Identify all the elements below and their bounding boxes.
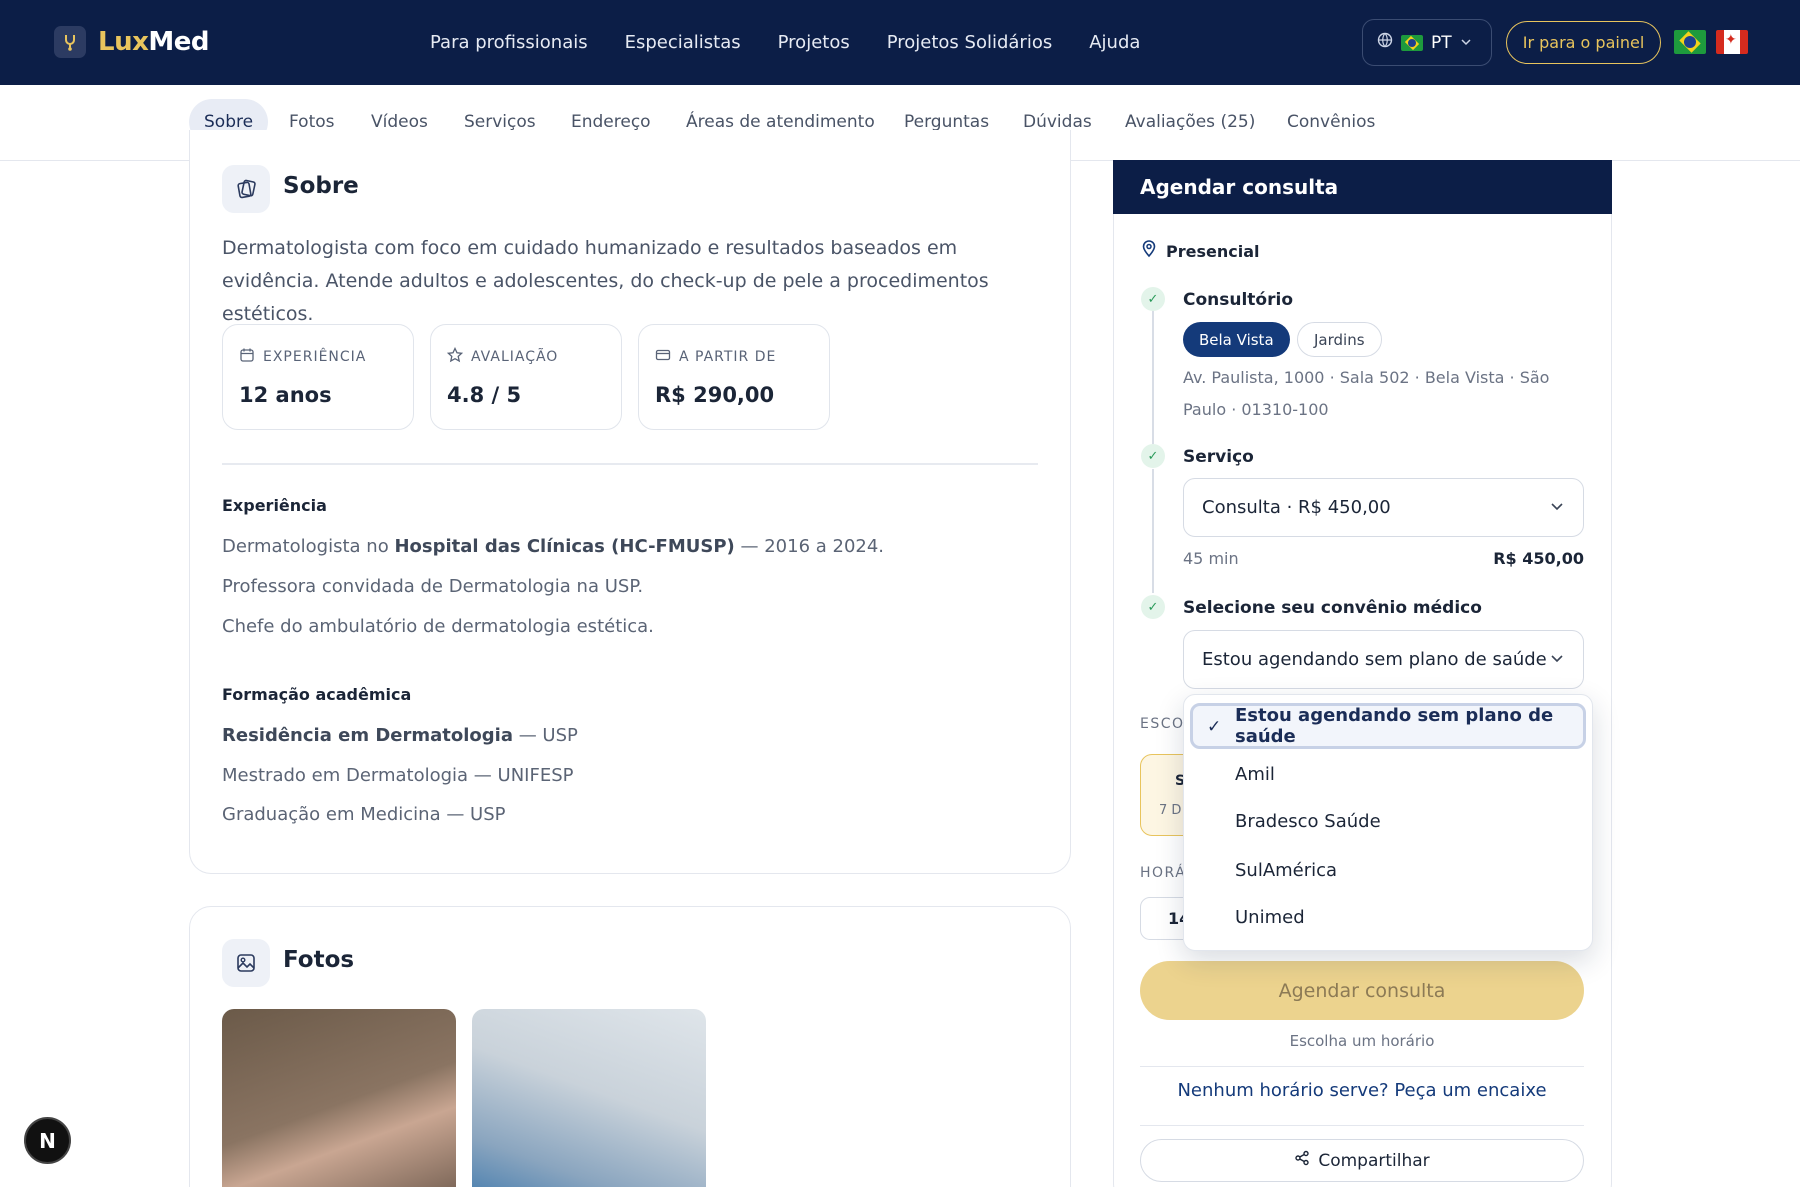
- nav-link-especialistas[interactable]: Especialistas: [625, 32, 741, 53]
- tab-avaliacoes[interactable]: Avaliações (25): [1110, 99, 1270, 145]
- step-connector: [1152, 310, 1154, 444]
- brazil-flag-icon: [1401, 34, 1423, 51]
- step-connector: [1152, 469, 1154, 593]
- insurance-option[interactable]: Unimed: [1190, 894, 1586, 940]
- education-line: Mestrado em Dermatologia — UNIFESP: [222, 765, 574, 786]
- share-icon: [1294, 1150, 1310, 1171]
- office-address: Av. Paulista, 1000 · Sala 502 · Bela Vis…: [1183, 368, 1550, 419]
- cards-icon: [222, 165, 270, 213]
- stat-card-rating: AVALIAÇÃO 4.8 / 5: [430, 324, 622, 430]
- brand-name: LuxMed: [98, 27, 209, 57]
- chevron-down-icon: [1460, 33, 1472, 53]
- education-line: Residência em Dermatologia — USP: [222, 725, 578, 746]
- chevron-down-icon: [1549, 498, 1565, 519]
- experience-heading: Experiência: [222, 496, 327, 515]
- check-icon: ✓: [1141, 444, 1165, 468]
- top-navbar: LuxMed Para profissionais Especialistas …: [0, 0, 1800, 85]
- section-title: Sobre: [283, 173, 359, 199]
- logo[interactable]: LuxMed: [54, 26, 209, 58]
- office-chip-jardins[interactable]: Jardins: [1297, 322, 1382, 357]
- office-chip-bela-vista[interactable]: Bela Vista: [1183, 322, 1290, 357]
- language-code: PT: [1431, 32, 1452, 53]
- divider: [222, 463, 1038, 465]
- nav-link-projetos-solidarios[interactable]: Projetos Solidários: [887, 32, 1053, 53]
- time-section-label: HORÁ: [1140, 865, 1187, 881]
- insurance-step-title: Selecione seu convênio médico: [1183, 598, 1482, 618]
- service-step-title: Serviço: [1183, 447, 1254, 467]
- booking-hint: Escolha um horário: [1289, 1032, 1435, 1050]
- star-icon: [446, 346, 464, 367]
- brazil-flag-icon[interactable]: [1674, 30, 1706, 54]
- stat-card-experience: EXPERIÊNCIA 12 anos: [222, 324, 414, 430]
- chevron-down-icon: [1549, 650, 1565, 671]
- go-to-panel-button[interactable]: Ir para o painel: [1506, 21, 1661, 64]
- stat-card-price: A PARTIR DE R$ 290,00: [638, 324, 830, 430]
- tab-convenios[interactable]: Convênios: [1272, 99, 1390, 145]
- section-title: Fotos: [283, 947, 355, 973]
- service-select[interactable]: Consulta · R$ 450,00: [1183, 478, 1584, 537]
- experience-line: Dermatologista no Hospital das Clínicas …: [222, 536, 885, 557]
- stat-value: 4.8 / 5: [447, 383, 522, 407]
- check-icon: ✓: [1141, 287, 1165, 311]
- calendar-icon: [239, 347, 255, 367]
- service-price: R$ 450,00: [1493, 549, 1584, 568]
- main-nav: Para profissionais Especialistas Projeto…: [430, 0, 1140, 85]
- stat-value: R$ 290,00: [655, 383, 775, 407]
- about-section: Sobre Dermatologista com foco em cuidado…: [189, 130, 1071, 874]
- insurance-dropdown: ✓ Estou agendando sem plano de saúde Ami…: [1183, 694, 1593, 951]
- education-line: Graduação em Medicina — USP: [222, 804, 506, 825]
- about-description: Dermatologista com foco em cuidado human…: [222, 237, 989, 325]
- appointment-mode: Presencial: [1140, 240, 1259, 262]
- experience-line: Chefe do ambulatório de dermatologia est…: [222, 616, 654, 637]
- check-icon: ✓: [1207, 717, 1222, 737]
- divider: [1140, 1125, 1584, 1126]
- canada-flag-icon[interactable]: [1716, 30, 1748, 54]
- date-section-label: ESCO: [1140, 716, 1185, 732]
- stethoscope-icon: [54, 26, 86, 58]
- booking-header: Agendar consulta: [1113, 160, 1612, 214]
- stat-value: 12 anos: [239, 383, 332, 407]
- stat-label: AVALIAÇÃO: [471, 349, 559, 365]
- check-icon: ✓: [1141, 595, 1165, 619]
- education-heading: Formação acadêmica: [222, 685, 412, 704]
- nav-link-profissionais[interactable]: Para profissionais: [430, 32, 588, 53]
- language-select[interactable]: PT: [1362, 19, 1492, 66]
- dev-tools-badge[interactable]: N: [24, 1117, 71, 1164]
- stat-label: EXPERIÊNCIA: [263, 349, 367, 365]
- photos-section: Fotos: [189, 906, 1071, 1187]
- globe-icon: [1377, 32, 1393, 53]
- insurance-option[interactable]: SulAmérica: [1190, 847, 1586, 893]
- clinic-photo[interactable]: [222, 1009, 456, 1187]
- stat-label: A PARTIR DE: [679, 349, 777, 365]
- location-pin-icon: [1140, 240, 1158, 262]
- office-step-title: Consultório: [1183, 290, 1294, 310]
- clinic-photo[interactable]: [472, 1009, 706, 1187]
- divider: [1140, 1066, 1584, 1067]
- image-icon: [222, 939, 270, 987]
- credit-card-icon: [655, 347, 671, 367]
- insurance-select[interactable]: Estou agendando sem plano de saúde: [1183, 630, 1584, 689]
- experience-line: Professora convidada de Dermatologia na …: [222, 576, 644, 597]
- book-appointment-button[interactable]: Agendar consulta: [1140, 961, 1584, 1020]
- insurance-option[interactable]: Bradesco Saúde: [1190, 798, 1586, 844]
- nav-link-projetos[interactable]: Projetos: [778, 32, 850, 53]
- insurance-option[interactable]: Amil: [1190, 751, 1586, 797]
- share-button[interactable]: Compartilhar: [1140, 1139, 1584, 1182]
- nav-link-ajuda[interactable]: Ajuda: [1089, 32, 1140, 53]
- insurance-option[interactable]: ✓ Estou agendando sem plano de saúde: [1190, 703, 1586, 749]
- request-slot-link[interactable]: Nenhum horário serve? Peça um encaixe: [1140, 1080, 1584, 1101]
